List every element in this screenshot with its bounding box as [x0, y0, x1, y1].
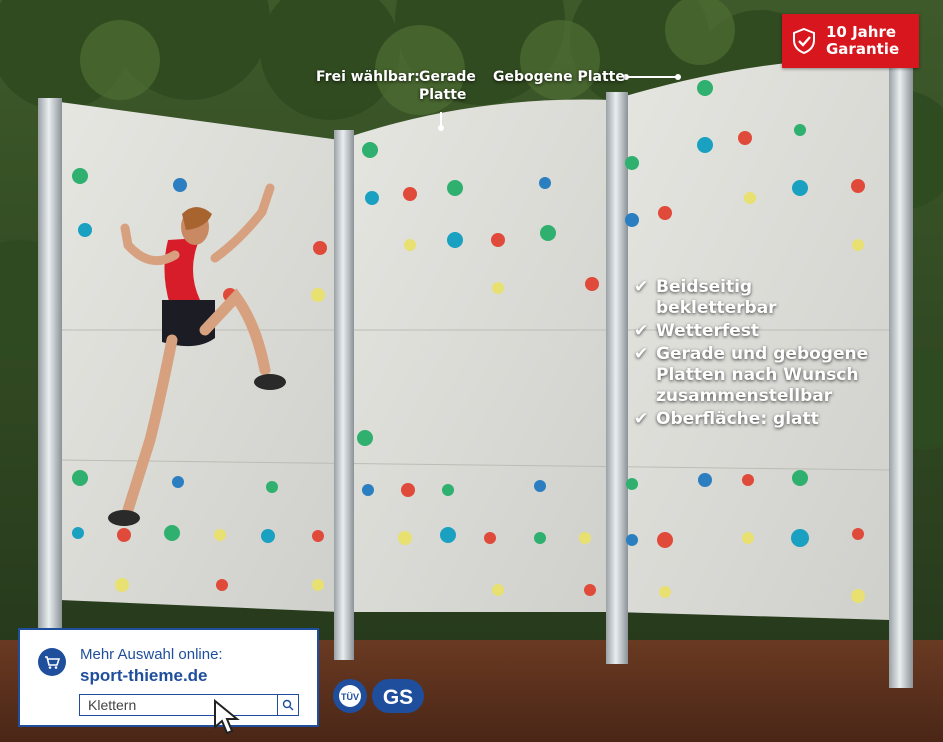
search-button[interactable] — [277, 694, 299, 716]
feature-list: ✔ Beidseitig bekletterbar ✔ Wetterfest ✔ … — [634, 277, 934, 432]
feature-text: Gerade und gebogene — [656, 344, 869, 364]
shield-check-icon — [782, 27, 826, 55]
feature-text: Wetterfest — [656, 321, 760, 341]
feature-text: bekletterbar — [656, 298, 777, 318]
search-icon — [282, 699, 294, 711]
cart-icon[interactable] — [38, 648, 66, 676]
guarantee-badge: 10 Jahre Garantie — [782, 14, 919, 68]
feature-item: ✔ Oberfläche: glatt — [634, 409, 934, 430]
feature-item: ✔ Beidseitig bekletterbar — [634, 277, 934, 319]
guarantee-word: Garantie — [826, 40, 900, 58]
feature-text: Beidseitig — [656, 277, 753, 297]
curved-panel-label: Gebogene Platte — [493, 69, 625, 85]
guarantee-years: 10 Jahre — [826, 23, 897, 41]
svg-text:GS: GS — [383, 686, 413, 709]
more-choice-text: Mehr Auswahl online: — [80, 646, 223, 663]
svg-text:TÜV: TÜV — [341, 692, 359, 702]
feature-text: Platten nach Wunsch — [656, 365, 859, 385]
checkmark-icon: ✔ — [634, 344, 649, 364]
online-shop-box: Mehr Auswahl online: sport-thieme.de Kle… — [18, 628, 319, 735]
mouse-pointer-icon — [214, 698, 240, 735]
feature-item: ✔ Wetterfest — [634, 321, 934, 342]
checkmark-icon: ✔ — [634, 277, 649, 297]
feature-item: ✔ Gerade und gebogene Platten nach Wunsch… — [634, 344, 934, 407]
checkmark-icon: ✔ — [634, 321, 649, 341]
tuv-icon: TÜV — [333, 679, 367, 713]
straight-panel-label-line1: Gerade — [419, 69, 476, 85]
gs-icon: GS — [372, 679, 424, 713]
feature-text: zusammenstellbar — [656, 386, 833, 406]
straight-panel-label-line2: Platte — [419, 87, 467, 103]
checkmark-icon: ✔ — [634, 409, 649, 429]
straight-panel-label: Gerade Platte — [419, 68, 476, 104]
shop-url-link[interactable]: sport-thieme.de — [80, 666, 208, 686]
feature-text: Oberfläche: glatt — [656, 409, 819, 429]
choice-prefix-label: Frei wählbar: — [316, 69, 420, 85]
